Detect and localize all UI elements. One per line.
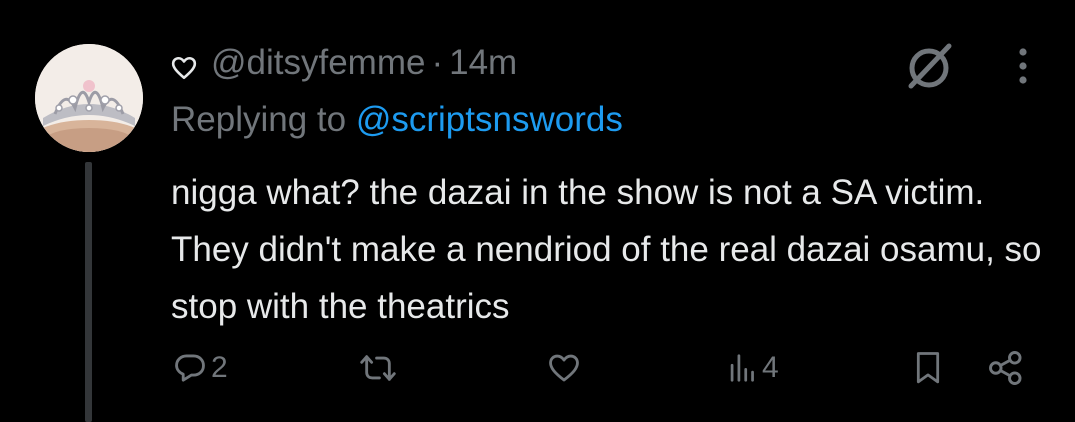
action-bar: 2 4 [171, 346, 1031, 390]
retweet-button[interactable] [359, 346, 401, 390]
retweet-icon [360, 355, 396, 381]
bookmark-button[interactable] [911, 346, 945, 390]
avatar[interactable] [35, 44, 143, 152]
replying-to-label: Replying to [171, 100, 347, 139]
tiara-avatar-image [35, 44, 143, 152]
header-separator: · [431, 43, 444, 82]
bookmark-icon [916, 352, 940, 384]
like-button[interactable] [546, 346, 586, 390]
reply-button[interactable]: 2 [173, 346, 228, 390]
heart-outline-icon [171, 50, 197, 80]
grok-icon[interactable] [905, 40, 957, 92]
share-icon [989, 351, 1022, 385]
replying-to-mention[interactable]: @scriptsnswords [356, 100, 623, 139]
share-button[interactable] [987, 346, 1025, 390]
user-handle[interactable]: @ditsyfemme [211, 43, 425, 83]
corner-actions [905, 40, 1032, 92]
views-count: 4 [762, 351, 779, 384]
more-vertical-icon[interactable] [957, 46, 1032, 86]
reply-count: 2 [211, 351, 228, 384]
thread-line [85, 162, 92, 422]
heart-icon [549, 354, 579, 382]
replying-to-line: Replying to @scriptsnswords [171, 100, 623, 140]
reply-bubble-icon [175, 354, 205, 382]
views-button[interactable]: 4 [728, 346, 779, 390]
views-bar-icon [730, 354, 754, 382]
tweet-text: nigga what? the dazai in the show is not… [171, 173, 1042, 326]
tweet-header: @ditsyfemme · 14m [171, 40, 517, 86]
tweet-time[interactable]: 14m [449, 43, 517, 83]
